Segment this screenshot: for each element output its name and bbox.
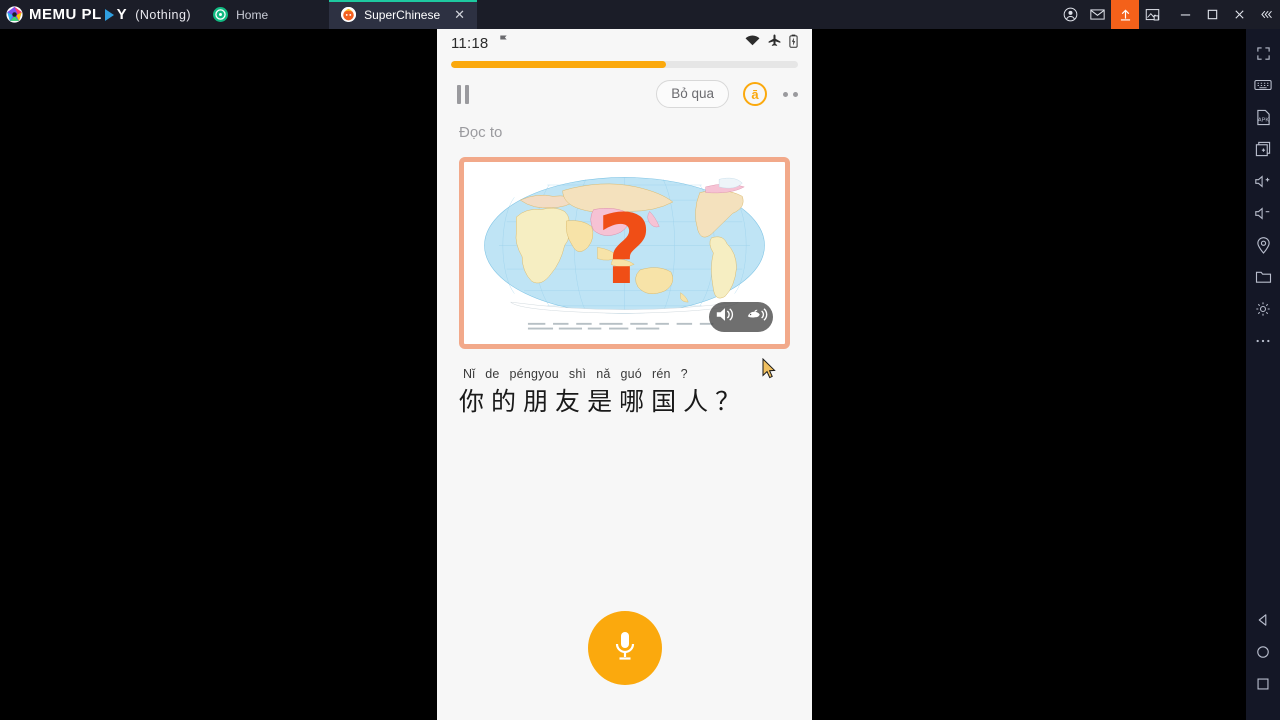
upload-icon[interactable] — [1111, 0, 1139, 29]
fullscreen-icon[interactable] — [1246, 37, 1280, 69]
microphone-record-button[interactable] — [587, 611, 662, 685]
screenshot-icon[interactable] — [1139, 0, 1166, 29]
hanzi-character[interactable]: 人 — [683, 382, 708, 418]
mail-icon[interactable] — [1084, 0, 1111, 29]
hanzi-character[interactable]: 国 — [651, 382, 676, 418]
more-dot-2 — [793, 91, 798, 97]
world-map-image: ? — [470, 168, 779, 338]
status-bar: 11:18 — [437, 29, 812, 57]
signal-flag-icon — [498, 34, 509, 52]
skip-button[interactable]: Bỏ qua — [656, 80, 729, 108]
tab-home-label: Home — [236, 7, 269, 22]
battery-icon — [789, 34, 798, 53]
brand-title: MEMU PL Y (Nothing) — [29, 6, 191, 23]
android-recents-button[interactable] — [1246, 668, 1280, 700]
pinyin-syllable: ? — [680, 367, 688, 381]
status-bar-clock: 11:18 — [451, 34, 489, 52]
lesson-toolbar-right: Bỏ qua ā — [656, 80, 800, 108]
hanzi-character[interactable]: ？ — [715, 382, 740, 418]
pinyin-syllable: nǎ — [596, 367, 611, 381]
tab-strip: Home SuperChinese ✕ — [201, 0, 478, 29]
hanzi-character[interactable]: 友 — [555, 382, 580, 418]
status-bar-left: 11:18 — [451, 34, 509, 52]
hanzi-character[interactable]: 你 — [459, 382, 484, 418]
settings-icon[interactable] — [1246, 293, 1280, 325]
more-options-icon[interactable] — [781, 88, 800, 101]
window-controls — [1057, 0, 1280, 29]
airplane-mode-icon — [768, 34, 781, 52]
apk-install-icon[interactable]: APK — [1246, 101, 1280, 133]
audio-controls — [709, 302, 773, 332]
memu-emulator-window: MEMU PL Y (Nothing) Home SuperChinese ✕ … — [0, 0, 1280, 720]
hanzi-character[interactable]: 朋 — [523, 382, 548, 418]
progress-track — [451, 61, 798, 68]
pinyin-syllable: Nǐ — [463, 367, 476, 381]
play-slow-audio-icon[interactable] — [746, 306, 768, 328]
hanzi-character[interactable]: 的 — [491, 382, 516, 418]
lesson-progress — [437, 57, 812, 68]
pause-icon-bar-right — [465, 84, 469, 104]
hanzi-character[interactable]: 哪 — [619, 382, 644, 418]
pinyin-syllable: de — [485, 367, 500, 381]
minimize-button[interactable] — [1172, 0, 1199, 29]
brand-title-text: MEMU PL — [29, 6, 102, 23]
svg-text:APK: APK — [1257, 117, 1268, 123]
memu-logo-icon — [6, 6, 23, 23]
pinyin-syllable: guó — [620, 367, 642, 381]
task-instruction: Đọc to — [459, 124, 503, 141]
superchinese-tab-icon — [341, 7, 357, 22]
folder-icon[interactable] — [1246, 261, 1280, 293]
home-tab-icon — [213, 7, 229, 22]
brand: MEMU PL Y (Nothing) — [0, 0, 201, 29]
volume-up-icon[interactable] — [1246, 165, 1280, 197]
android-back-button[interactable] — [1246, 604, 1280, 636]
mouse-cursor — [762, 357, 776, 379]
volume-down-icon[interactable] — [1246, 197, 1280, 229]
brand-suffix: (Nothing) — [135, 7, 192, 22]
brand-title-tail: Y — [116, 6, 128, 23]
pinyin-syllable: shì — [568, 367, 587, 381]
android-screen: 11:18 Bỏ qua ā Đọc to ? Nǐ de péngyou sh… — [437, 29, 812, 720]
location-icon[interactable] — [1246, 229, 1280, 261]
hanzi-character[interactable]: 是 — [587, 382, 612, 418]
close-button[interactable] — [1226, 0, 1253, 29]
pause-icon-bar-left — [457, 84, 461, 104]
lesson-toolbar: Bỏ qua ā — [437, 68, 812, 120]
question-mark-overlay: ? — [596, 193, 653, 306]
more-dot-1 — [783, 91, 788, 97]
account-icon[interactable] — [1057, 0, 1084, 29]
tab-close-icon[interactable]: ✕ — [454, 8, 465, 21]
microphone-icon — [612, 629, 638, 668]
pinyin-toggle-icon[interactable]: ā — [743, 82, 767, 106]
tab-superchinese-label: SuperChinese — [364, 7, 441, 22]
record-area — [437, 611, 812, 685]
maximize-button[interactable] — [1199, 0, 1226, 29]
pinyin-line: Nǐ de péngyou shì nǎ guó rén? — [459, 367, 790, 381]
emulator-toolbar: APK — [1246, 29, 1280, 720]
more-icon[interactable] — [1246, 325, 1280, 357]
pinyin-syllable: péngyou — [509, 367, 559, 381]
question-image-card: ? — [459, 157, 790, 349]
hanzi-line: 你的朋友是哪国人？ — [459, 382, 790, 418]
progress-fill — [451, 61, 667, 68]
android-home-button[interactable] — [1246, 636, 1280, 668]
multi-window-icon[interactable] — [1246, 133, 1280, 165]
android-nav-bar — [1246, 604, 1280, 700]
status-bar-right — [745, 34, 798, 53]
keyboard-icon[interactable] — [1246, 69, 1280, 101]
play-audio-icon[interactable] — [715, 306, 735, 328]
pause-button[interactable] — [449, 79, 483, 109]
title-bar: MEMU PL Y (Nothing) Home SuperChinese ✕ — [0, 0, 1280, 29]
play-triangle-icon — [104, 8, 114, 21]
pinyin-syllable: rén — [651, 367, 671, 381]
tab-home[interactable]: Home — [201, 0, 329, 29]
wifi-icon — [745, 34, 760, 52]
sentence-block: Nǐ de péngyou shì nǎ guó rén? 你的朋友是哪国人？ — [437, 349, 812, 418]
tab-superchinese[interactable]: SuperChinese ✕ — [329, 0, 478, 29]
collapse-button[interactable] — [1253, 0, 1280, 29]
